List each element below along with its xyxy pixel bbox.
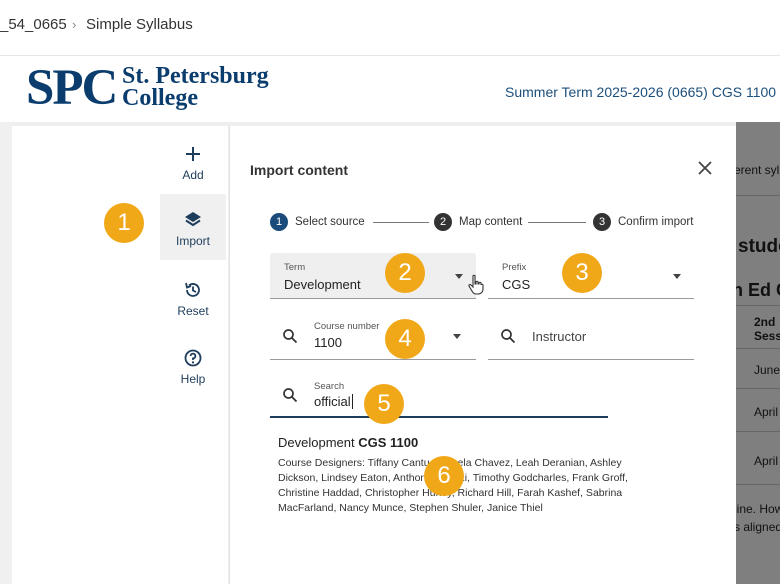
bg-divider	[736, 348, 780, 349]
editor-toolbar: Add Import Reset Help	[12, 126, 228, 584]
result-term: Development	[278, 435, 355, 450]
step-label: Map content	[459, 216, 523, 228]
reset-label: Reset	[177, 304, 209, 318]
close-icon[interactable]	[695, 158, 715, 178]
prefix-value: CGS	[502, 277, 531, 292]
breadcrumb-course[interactable]: _54_0665	[0, 16, 67, 33]
chevron-down-icon	[455, 274, 463, 279]
bg-cell-1: June	[754, 363, 780, 377]
import-label: Import	[175, 234, 210, 248]
bg-divider	[736, 484, 780, 485]
step-label: Confirm import	[618, 216, 694, 228]
course-number-label: Course number	[314, 321, 380, 332]
search-input[interactable]: Search official	[270, 372, 608, 418]
step-number: 1	[270, 213, 288, 231]
logo-name: St. Petersburg College	[122, 63, 269, 111]
step-map-content: 2 Map content	[434, 212, 522, 232]
step-select-source: 1 Select source	[270, 212, 365, 232]
background-page-overlay: erent syl stude n Ed C 2nd Sess June Apr…	[736, 122, 780, 584]
plus-icon	[186, 147, 200, 161]
search-label: Search	[314, 381, 345, 392]
search-value: official	[314, 394, 353, 409]
instructor-placeholder: Instructor	[532, 329, 587, 344]
bg-divider	[736, 195, 780, 196]
breadcrumb-current: Simple Syllabus	[86, 16, 193, 33]
import-button[interactable]: Import	[160, 194, 226, 260]
bg-heading-1: stude	[738, 236, 780, 257]
import-panel: Import content 1 Select source 2 Map con…	[229, 126, 736, 584]
layers-icon	[185, 212, 201, 227]
bg-cell-2: April	[754, 405, 779, 419]
callout-badge: 3	[562, 253, 602, 293]
term-label: Term	[284, 262, 306, 273]
logo-mark: SPC	[26, 60, 118, 116]
reset-button[interactable]: Reset	[160, 270, 226, 336]
search-icon	[501, 329, 516, 344]
breadcrumb-separator: ›	[72, 17, 77, 32]
step-connector	[528, 222, 586, 223]
result-item[interactable]: Development CGS 1100	[278, 435, 418, 450]
course-number-value: 1100	[314, 335, 342, 350]
term-info: Summer Term 2025-2026 (0665) CGS 1100 54	[505, 84, 780, 100]
bg-divider	[736, 431, 780, 432]
term-value: Development	[284, 277, 361, 292]
bg-heading-2: n Ed C	[736, 280, 780, 300]
logo-line-2: College	[122, 85, 198, 111]
prefix-label: Prefix	[502, 262, 527, 273]
callout-badge: 2	[385, 253, 425, 293]
logo-line-1: St. Petersburg	[122, 63, 269, 89]
callout-badge: 1	[104, 203, 144, 243]
search-icon	[283, 388, 298, 403]
result-designers: Course Designers: Tiffany Cantu, Micaela…	[278, 457, 628, 514]
callout-badge: 4	[385, 319, 425, 359]
step-label: Select source	[295, 216, 365, 228]
add-button[interactable]: Add	[160, 134, 226, 200]
bg-divider	[736, 305, 780, 306]
history-icon	[185, 282, 200, 297]
term-select[interactable]: Term Development	[270, 253, 476, 299]
chevron-down-icon	[453, 334, 461, 339]
search-icon	[283, 329, 298, 344]
bg-text-2: line. How	[736, 502, 780, 516]
course-number-field[interactable]: Course number 1100	[270, 314, 476, 360]
step-confirm-import: 3 Confirm import	[593, 212, 693, 232]
step-number: 2	[434, 213, 452, 231]
step-number: 3	[593, 213, 611, 231]
top-bar: _54_0665 › Simple Syllabus	[0, 0, 780, 56]
bg-text-1: erent syl	[736, 163, 780, 177]
panel-title: Import content	[250, 162, 348, 178]
callout-badge: 6	[424, 456, 464, 496]
chevron-down-icon	[673, 274, 681, 279]
college-header: SPC St. Petersburg College Summer Term 2…	[0, 56, 780, 122]
bg-col-head-1: 2nd	[754, 315, 776, 329]
bg-col-head-2: Sess	[754, 329, 780, 343]
help-button[interactable]: Help	[160, 338, 226, 404]
step-connector	[373, 222, 429, 223]
instructor-field[interactable]: Instructor	[488, 314, 694, 360]
bg-text-3: s aligned	[736, 520, 780, 534]
callout-badge: 5	[364, 384, 404, 424]
add-label: Add	[182, 168, 204, 182]
hand-cursor-icon	[468, 274, 484, 295]
bg-cell-3: April	[754, 454, 779, 468]
question-icon	[184, 349, 202, 367]
help-label: Help	[180, 372, 206, 386]
left-gutter	[0, 122, 12, 584]
result-course: CGS 1100	[358, 435, 419, 450]
bg-divider	[736, 388, 780, 389]
